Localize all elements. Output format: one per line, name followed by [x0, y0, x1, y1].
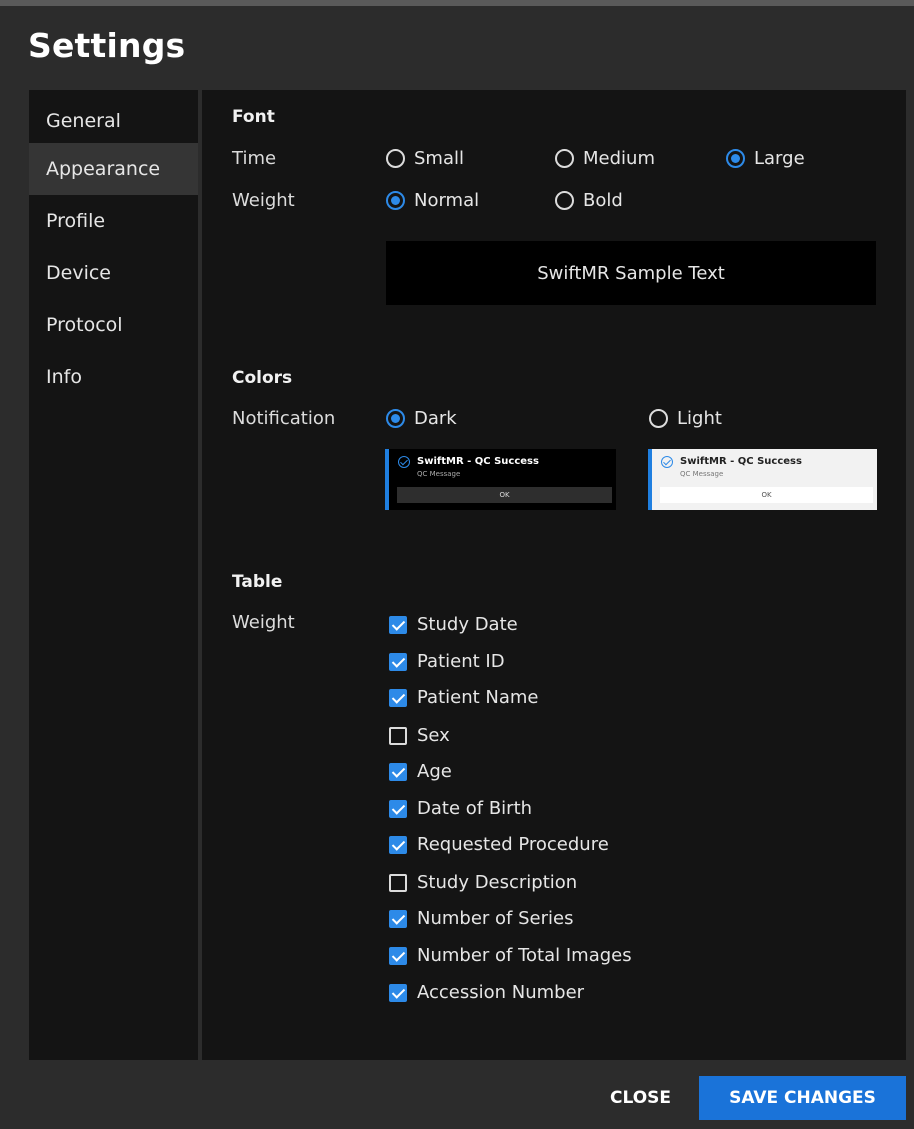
checkbox-box [389, 983, 407, 1002]
weight-radio-normal[interactable]: Normal [386, 190, 479, 211]
font-sample-preview: SwiftMR Sample Text [386, 241, 876, 305]
time-label: Time [232, 148, 277, 169]
time-radio-large[interactable]: Large [726, 148, 805, 169]
column-checkbox-sex[interactable]: Sex [389, 725, 450, 746]
sidebar-item-general[interactable]: General [29, 99, 198, 143]
table-section-title: Table [232, 572, 283, 592]
radio-label: Normal [414, 190, 480, 211]
checkbox-box [389, 909, 407, 928]
radio-circle [555, 149, 574, 168]
checkbox-label: Number of Total Images [417, 945, 632, 966]
radio-circle [649, 409, 668, 428]
column-checkbox-number-of-series[interactable]: Number of Series [389, 908, 573, 929]
column-checkbox-accession-number[interactable]: Accession Number [389, 982, 584, 1003]
checkbox-box [389, 946, 407, 965]
column-checkbox-requested-procedure[interactable]: Requested Procedure [389, 834, 609, 855]
sidebar-item-protocol[interactable]: Protocol [29, 299, 198, 351]
notification-label: Notification [232, 408, 336, 429]
notification-ok-button: OK [660, 487, 873, 503]
notification-title: SwiftMR - QC Success [417, 456, 539, 467]
checkbox-box [389, 652, 407, 671]
sidebar: General Appearance Profile Device Protoc… [29, 90, 198, 1060]
checkbox-label: Study Description [417, 872, 578, 893]
check-circle-icon [398, 456, 410, 468]
notification-message: QC Message [417, 470, 461, 478]
checkbox-label: Age [417, 761, 452, 782]
notification-preview-light[interactable]: SwiftMR - QC Success QC Message OK [648, 449, 877, 510]
column-checkbox-patient-id[interactable]: Patient ID [389, 651, 505, 672]
notification-radio-light[interactable]: Light [649, 408, 722, 429]
checkbox-box [389, 762, 407, 781]
save-changes-button[interactable]: SAVE CHANGES [699, 1076, 906, 1120]
column-checkbox-age[interactable]: Age [389, 761, 452, 782]
notification-radio-dark[interactable]: Dark [386, 408, 457, 429]
checkbox-box [389, 615, 407, 634]
checkbox-box [389, 835, 407, 854]
weight-label: Weight [232, 190, 295, 211]
checkbox-label: Number of Series [417, 908, 574, 929]
checkbox-box [389, 873, 407, 892]
radio-circle [386, 149, 405, 168]
radio-label: Medium [583, 148, 655, 169]
checkbox-label: Patient Name [417, 687, 539, 708]
column-checkbox-patient-name[interactable]: Patient Name [389, 687, 539, 708]
notification-message: QC Message [680, 470, 724, 478]
check-circle-icon [661, 456, 673, 468]
notification-ok-button: OK [397, 487, 612, 503]
font-section-title: Font [232, 107, 275, 127]
sidebar-item-device[interactable]: Device [29, 247, 198, 299]
radio-label: Light [677, 408, 722, 429]
notification-preview-dark[interactable]: SwiftMR - QC Success QC Message OK [385, 449, 616, 510]
checkbox-label: Accession Number [417, 982, 585, 1003]
column-checkbox-study-description[interactable]: Study Description [389, 872, 577, 893]
radio-label: Large [754, 148, 805, 169]
sidebar-item-profile[interactable]: Profile [29, 195, 198, 247]
notification-title: SwiftMR - QC Success [680, 456, 802, 467]
checkbox-box [389, 726, 407, 745]
colors-section-title: Colors [232, 368, 293, 388]
time-radio-medium[interactable]: Medium [555, 148, 655, 169]
checkbox-label: Study Date [417, 614, 518, 635]
table-weight-label: Weight [232, 612, 295, 633]
weight-radio-bold[interactable]: Bold [555, 190, 623, 211]
page-title: Settings [28, 26, 186, 65]
checkbox-box [389, 688, 407, 707]
close-button[interactable]: CLOSE [594, 1077, 687, 1119]
column-checkbox-date-of-birth[interactable]: Date of Birth [389, 798, 532, 819]
sidebar-item-appearance[interactable]: Appearance [29, 143, 198, 195]
radio-label: Small [414, 148, 464, 169]
appearance-panel: Font Time Small Medium Large Weight Norm… [202, 90, 906, 1060]
radio-circle [555, 191, 574, 210]
radio-circle [726, 149, 745, 168]
checkbox-box [389, 799, 407, 818]
radio-label: Dark [414, 408, 457, 429]
radio-label: Bold [583, 190, 623, 211]
checkbox-label: Date of Birth [417, 798, 533, 819]
radio-circle [386, 191, 405, 210]
checkbox-label: Sex [417, 725, 450, 746]
checkbox-label: Requested Procedure [417, 834, 609, 855]
checkbox-label: Patient ID [417, 651, 505, 672]
column-checkbox-study-date[interactable]: Study Date [389, 614, 518, 635]
settings-dialog: Settings General Appearance Profile Devi… [0, 0, 914, 1129]
sidebar-item-info[interactable]: Info [29, 351, 198, 403]
time-radio-small[interactable]: Small [386, 148, 464, 169]
radio-circle [386, 409, 405, 428]
column-checkbox-number-of-total-images[interactable]: Number of Total Images [389, 945, 632, 966]
